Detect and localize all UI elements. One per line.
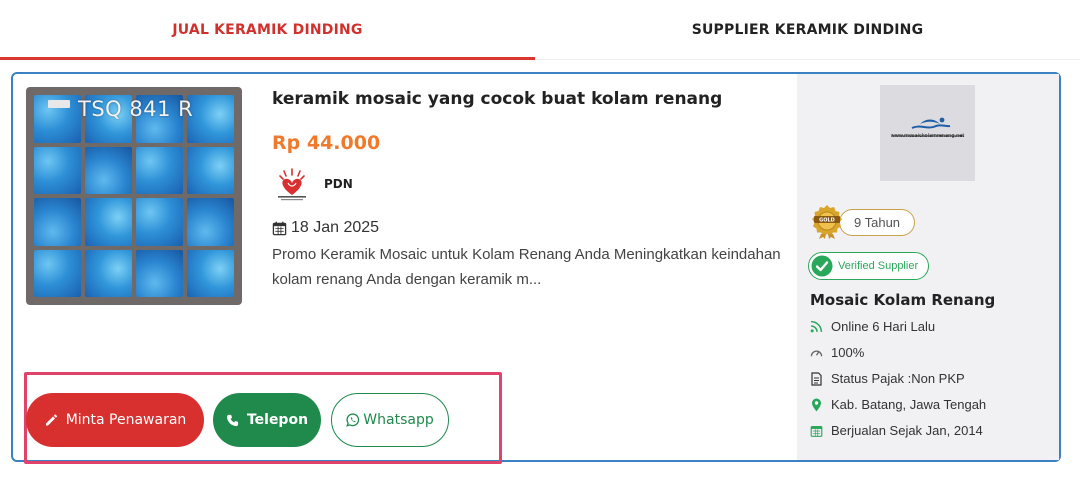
whatsapp-icon xyxy=(346,413,360,427)
tab-jual-keramik-dinding[interactable]: JUAL KERAMIK DINDING xyxy=(0,0,535,60)
phone-icon xyxy=(226,414,239,426)
svg-text:GOLD: GOLD xyxy=(819,218,835,224)
pencil-icon xyxy=(45,414,57,426)
swimmer-logo-icon xyxy=(891,117,964,137)
pdn-logo-icon xyxy=(278,168,306,201)
verified-label: Verified Supplier xyxy=(838,260,919,272)
gauge-icon xyxy=(810,350,823,357)
whatsapp-button[interactable]: Whatsapp xyxy=(331,393,449,447)
tab-divider xyxy=(535,59,1080,60)
check-circle-icon xyxy=(811,255,833,277)
gold-member-badge: GOLD 9 Tahun xyxy=(809,204,916,240)
since-text: Berjualan Sejak Jan, 2014 xyxy=(831,423,983,438)
location-text: Kab. Batang, Jawa Tengah xyxy=(831,397,987,412)
verified-supplier-badge: Verified Supplier xyxy=(808,252,930,280)
seller-logo-graphic: www.mosaickolamrenang.net xyxy=(890,117,966,144)
call-label: Telepon xyxy=(246,412,309,428)
calendar-icon xyxy=(272,221,287,235)
product-description: Promo Keramik Mosaic untuk Kolam Renang … xyxy=(272,246,781,288)
seller-since: Berjualan Sejak Jan, 2014 xyxy=(810,423,983,438)
image-sticker xyxy=(48,100,70,108)
request-quote-label: Minta Penawaran xyxy=(65,412,187,428)
post-date-text: 18 Jan 2025 xyxy=(291,219,380,236)
tab-label: SUPPLIER KERAMIK DINDING xyxy=(691,22,924,38)
product-title[interactable]: keramik mosaic yang cocok buat kolam ren… xyxy=(272,89,722,109)
active-tab-indicator xyxy=(0,57,535,60)
pdn-label: PDN xyxy=(324,177,353,191)
call-button[interactable]: Telepon xyxy=(213,393,321,447)
seller-logo[interactable]: www.mosaickolamrenang.net xyxy=(880,85,975,181)
seller-response-rate: 100% xyxy=(810,345,864,360)
rss-icon xyxy=(810,320,823,333)
image-product-code: TSQ 841 R xyxy=(78,97,194,121)
calendar-icon xyxy=(810,425,823,437)
whatsapp-label: Whatsapp xyxy=(363,412,434,428)
membership-years: 9 Tahun xyxy=(839,208,916,236)
post-date: 18 Jan 2025 xyxy=(272,219,379,237)
response-rate-text: 100% xyxy=(831,345,865,360)
seller-online-status: Online 6 Hari Lalu xyxy=(810,319,935,334)
request-quote-button[interactable]: Minta Penawaran xyxy=(26,393,204,447)
seller-name[interactable]: Mosaic Kolam Renang xyxy=(810,291,995,309)
online-status-text: Online 6 Hari Lalu xyxy=(831,319,936,334)
seller-logo-text: www.mosaickolamrenang.net xyxy=(890,133,965,139)
mosaic-tiles xyxy=(34,95,234,297)
seller-location: Kab. Batang, Jawa Tengah xyxy=(810,397,986,412)
document-icon xyxy=(811,371,822,386)
gold-medal-icon: GOLD xyxy=(812,205,842,239)
map-pin-icon xyxy=(812,398,821,411)
product-price: Rp 44.000 xyxy=(272,132,381,154)
seller-tax-status: Status Pajak :Non PKP xyxy=(810,371,965,386)
tax-status-text: Status Pajak :Non PKP xyxy=(831,371,965,386)
tab-label: JUAL KERAMIK DINDING xyxy=(172,22,363,38)
tab-supplier-keramik-dinding[interactable]: SUPPLIER KERAMIK DINDING xyxy=(535,0,1080,60)
product-image[interactable]: TSQ 841 R xyxy=(26,87,242,305)
tab-bar: JUAL KERAMIK DINDING SUPPLIER KERAMIK DI… xyxy=(0,0,1080,62)
